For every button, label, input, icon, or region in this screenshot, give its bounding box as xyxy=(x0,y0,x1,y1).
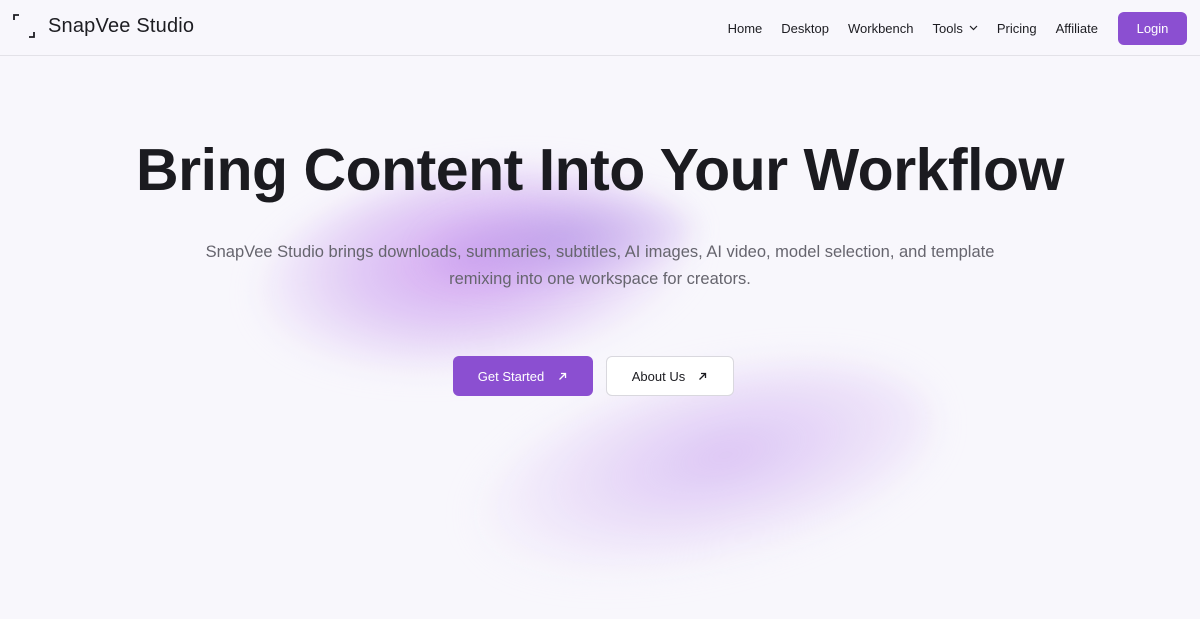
login-button[interactable]: Login xyxy=(1118,11,1187,45)
nav-workbench[interactable]: Workbench xyxy=(848,21,914,36)
main-nav: Home Desktop Workbench Tools Pricing Aff… xyxy=(728,0,1200,56)
hero-subtitle: SnapVee Studio brings downloads, summari… xyxy=(205,243,995,288)
hero-title: Bring Content Into Your Workflow xyxy=(136,137,1064,203)
arrow-up-right-icon xyxy=(559,372,567,380)
brand-logo[interactable]: SnapVee Studio xyxy=(13,14,194,38)
arrow-up-right-icon xyxy=(699,372,707,380)
get-started-label: Get Started xyxy=(477,368,545,384)
nav-home[interactable]: Home xyxy=(728,21,763,36)
nav-pricing[interactable]: Pricing xyxy=(997,21,1037,36)
site-header: SnapVee Studio Home Desktop Workbench To… xyxy=(0,0,1200,56)
about-us-button[interactable]: About Us xyxy=(605,356,734,396)
about-us-label: About Us xyxy=(631,368,686,384)
get-started-button[interactable]: Get Started xyxy=(452,356,593,396)
nav-tools-dropdown[interactable]: Tools xyxy=(932,20,978,36)
hero-cta-group: Get Started About Us xyxy=(0,356,1200,396)
corner-brackets-icon xyxy=(13,14,35,38)
nav-desktop[interactable]: Desktop xyxy=(781,21,829,36)
chevron-down-icon xyxy=(969,25,978,31)
nav-tools-label: Tools xyxy=(932,20,963,36)
brand-name: SnapVee Studio xyxy=(48,14,195,37)
nav-affiliate[interactable]: Affiliate xyxy=(1056,21,1098,36)
